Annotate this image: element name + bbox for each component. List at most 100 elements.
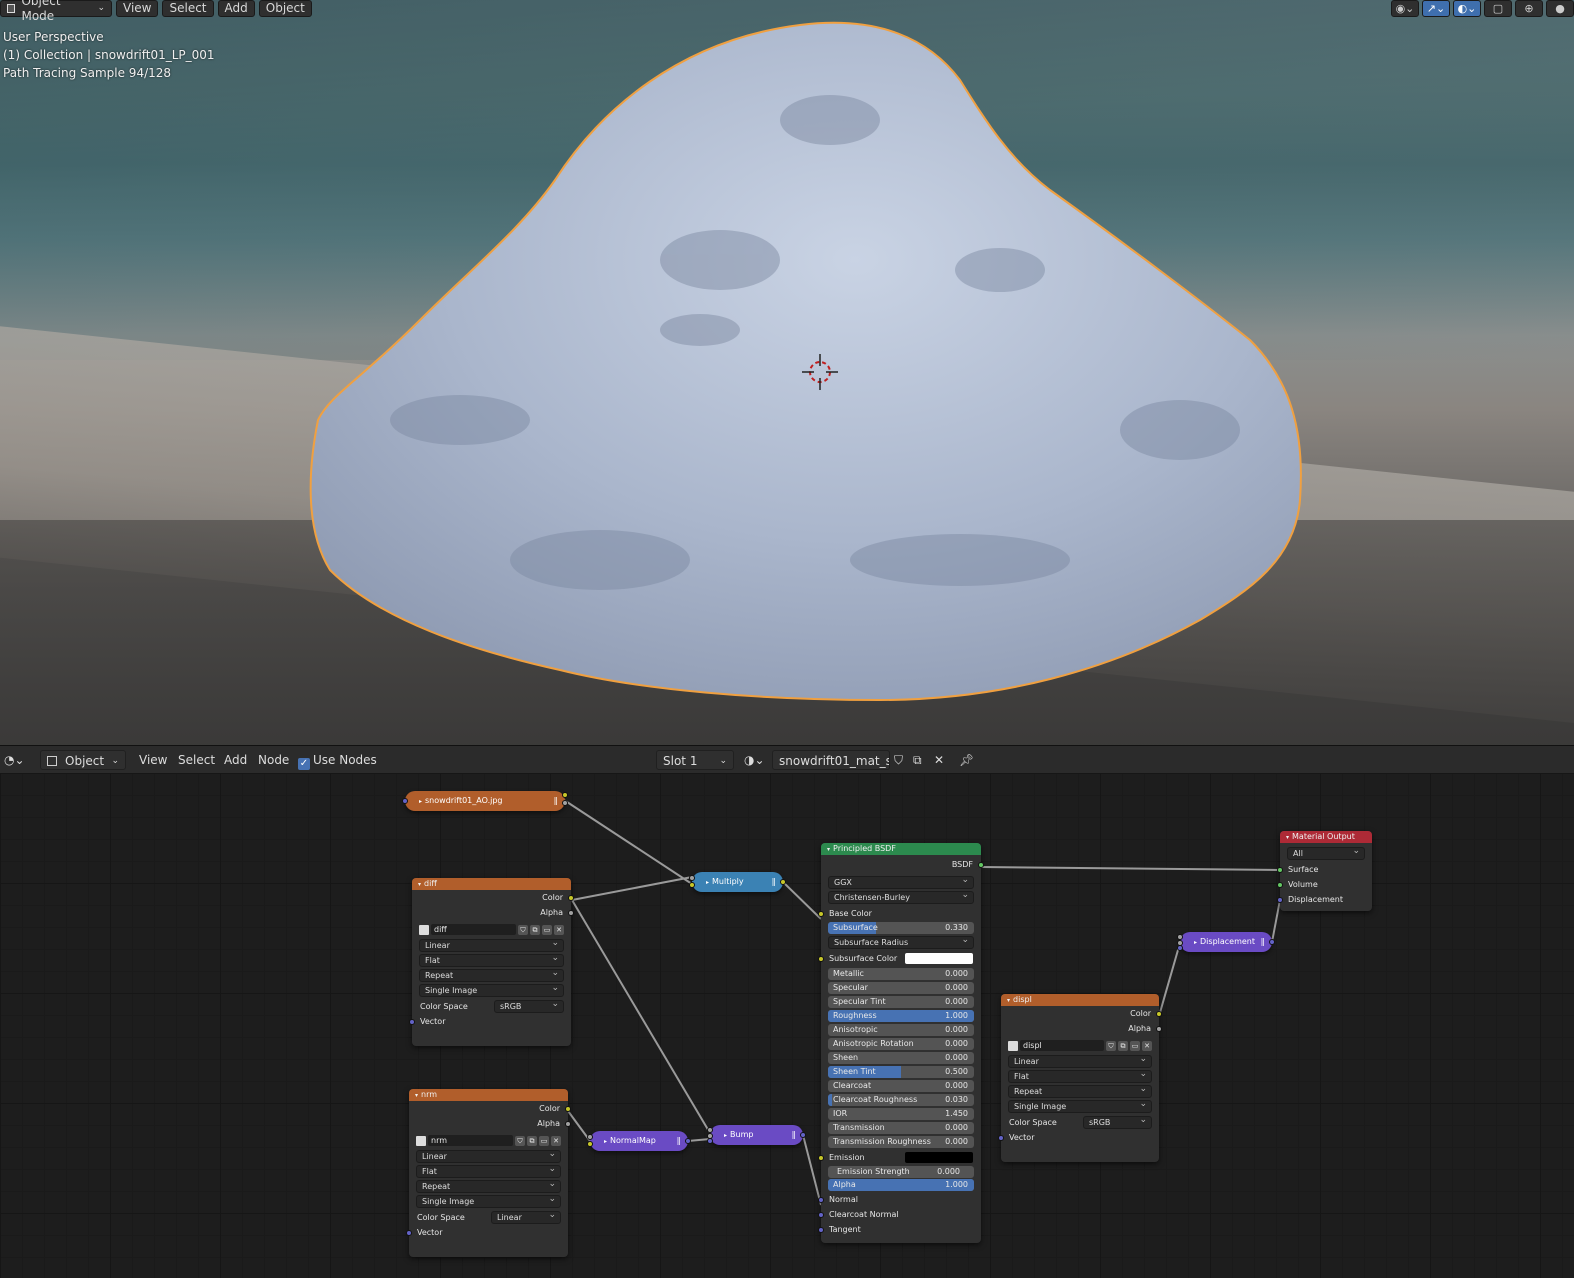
xray-toggle-icon[interactable]: ▢	[1484, 0, 1512, 17]
multiply-node[interactable]: ▸ Multiply ||	[689, 872, 786, 892]
open-folder-icon[interactable]: ▭	[542, 924, 552, 935]
displacement-output-socket[interactable]	[1269, 939, 1275, 945]
subsurface-slider[interactable]: Subsurface 0.330	[828, 922, 974, 934]
duplicate-material-icon[interactable]: ⧉	[913, 750, 922, 770]
nrm-node-header[interactable]: ▾ nrm	[409, 1089, 568, 1101]
diff-projection-dropdown[interactable]: Flat	[419, 953, 564, 967]
3d-viewport[interactable]: Object Mode ⌄ View Select Add Object Use…	[0, 0, 1574, 745]
collapse-arrow-icon[interactable]: ▾	[415, 1092, 418, 1099]
multiply-color-input-socket[interactable]	[689, 882, 695, 888]
collapse-arrow-icon[interactable]: ▾	[1286, 834, 1289, 841]
object-type-dropdown[interactable]: Object ⌄	[40, 750, 126, 770]
material-name-field[interactable]: snowdrift01_mat_sc...	[772, 750, 890, 770]
object-mode-dropdown[interactable]: Object Mode ⌄	[0, 0, 112, 23]
fake-user-shield-icon[interactable]: ⛉	[518, 924, 528, 935]
displ-image-selector[interactable]: displ ⛉ ⧉ ▭ ✕	[1008, 1039, 1152, 1052]
node-editor-canvas[interactable]: ▸ snowdrift01_AO.jpg || ▸ Multiply || ▾ dif…	[0, 773, 1574, 1278]
nrm-vector-socket[interactable]	[406, 1230, 412, 1236]
nrm-projection-dropdown[interactable]: Flat	[416, 1164, 561, 1178]
image-icon[interactable]	[416, 1135, 426, 1146]
surface-socket[interactable]	[1277, 867, 1283, 873]
duplicate-image-icon[interactable]: ⧉	[530, 924, 540, 935]
multiply-color-output-socket[interactable]	[780, 879, 786, 885]
diff-alpha-socket[interactable]	[568, 910, 574, 916]
node-menu-node[interactable]: Node	[258, 750, 289, 770]
material-output-header[interactable]: ▾ Material Output	[1280, 831, 1372, 843]
diff-node-header[interactable]: ▾ diff	[412, 878, 571, 890]
nrm-image-name-field[interactable]: nrm	[428, 1135, 513, 1146]
use-nodes-toggle[interactable]: ✓ Use Nodes	[298, 750, 377, 770]
subsurface-method-dropdown[interactable]: Christensen-Burley	[828, 890, 974, 904]
bsdf-output-socket[interactable]	[978, 862, 984, 868]
normalmap-strength-socket[interactable]	[587, 1134, 593, 1140]
displacement-node[interactable]: ▸ Displacement ||	[1177, 932, 1275, 952]
alpha-slider[interactable]: Alpha 1.000	[828, 1179, 974, 1191]
displacement-socket[interactable]	[1277, 897, 1283, 903]
material-output-node[interactable]: ▾Material Output All Surface Volume Disp…	[1277, 831, 1372, 911]
nrm-image-texture-node[interactable]: ▾nrm Color Alpha nrm ⛉ ⧉ ▭ ✕ Linear Flat…	[406, 1089, 571, 1257]
collapse-arrow-icon[interactable]: ▸	[604, 1138, 607, 1145]
gizmo-toggle-icon[interactable]: ↗⌄	[1422, 0, 1450, 17]
displ-alpha-socket[interactable]	[1156, 1026, 1162, 1032]
displ-vector-socket[interactable]	[998, 1135, 1004, 1141]
displ-node-header[interactable]: ▾ displ	[1001, 994, 1159, 1006]
image-icon[interactable]	[1008, 1040, 1018, 1051]
emission-color-swatch[interactable]	[905, 1152, 973, 1163]
ao-alpha-output-socket[interactable]	[562, 800, 568, 806]
output-target-dropdown[interactable]: All	[1287, 846, 1365, 860]
principled-param-slider[interactable]: Metallic 0.000	[828, 968, 974, 980]
diff-interpolation-dropdown[interactable]: Linear	[419, 938, 564, 952]
diff-image-selector[interactable]: diff ⛉ ⧉ ▭ ✕	[419, 923, 564, 936]
principled-param-slider[interactable]: Specular 0.000	[828, 982, 974, 994]
fake-user-shield-icon[interactable]: ⛉	[894, 750, 903, 770]
principled-param-slider[interactable]: Transmission 0.000	[828, 1122, 974, 1134]
principled-param-slider[interactable]: IOR 1.450	[828, 1108, 974, 1120]
principled-param-slider[interactable]: Roughness 1.000	[828, 1010, 974, 1022]
snowdrift-object[interactable]	[0, 0, 1574, 745]
collapse-arrow-icon[interactable]: ▾	[1007, 997, 1010, 1004]
diff-extension-dropdown[interactable]: Repeat	[419, 968, 564, 982]
subsurface-color-socket[interactable]	[818, 956, 824, 962]
principled-param-slider[interactable]: Clearcoat 0.000	[828, 1080, 974, 1092]
principled-param-slider[interactable]: Clearcoat Roughness 0.030	[828, 1094, 974, 1106]
duplicate-image-icon[interactable]: ⧉	[1118, 1040, 1128, 1051]
base-color-socket[interactable]	[818, 911, 824, 917]
collapse-arrow-icon[interactable]: ▸	[1194, 939, 1197, 946]
open-folder-icon[interactable]: ▭	[1130, 1040, 1140, 1051]
displ-color-space-dropdown[interactable]: sRGB	[1083, 1115, 1152, 1129]
unlink-material-icon[interactable]: ✕	[934, 750, 944, 770]
multiply-fac-socket[interactable]	[689, 875, 695, 881]
viewport-menu-object[interactable]: Object	[258, 0, 312, 17]
displ-projection-dropdown[interactable]: Flat	[1008, 1069, 1152, 1083]
collapse-arrow-icon[interactable]: ▸	[724, 1132, 727, 1139]
displ-image-name-field[interactable]: displ	[1020, 1040, 1104, 1051]
displ-color-socket[interactable]	[1156, 1011, 1162, 1017]
viewport-menu-view[interactable]: View	[116, 0, 159, 17]
node-menu-view[interactable]: View	[139, 750, 167, 770]
shading-solid-icon[interactable]: ●	[1546, 0, 1574, 17]
principled-bsdf-node[interactable]: ▾Principled BSDF BSDF GGX Christensen-Bu…	[818, 843, 984, 1243]
principled-param-slider[interactable]: Anisotropic 0.000	[828, 1024, 974, 1036]
diff-image-texture-node[interactable]: ▾diff Color Alpha diff ⛉ ⧉ ▭ ✕ Linear Fl…	[409, 878, 574, 1046]
distribution-dropdown[interactable]: GGX	[828, 875, 974, 889]
volume-socket[interactable]	[1277, 882, 1283, 888]
fake-user-shield-icon[interactable]: ⛉	[515, 1135, 525, 1146]
principled-param-slider[interactable]: Transmission Roughness 0.000	[828, 1136, 974, 1148]
collapse-arrow-icon[interactable]: ▾	[827, 846, 830, 853]
nrm-color-space-dropdown[interactable]: Linear	[491, 1210, 561, 1224]
nrm-source-dropdown[interactable]: Single Image	[416, 1194, 561, 1208]
tangent-socket[interactable]	[818, 1227, 824, 1233]
material-slot-dropdown[interactable]: Slot 1 ⌄	[656, 750, 734, 770]
viewport-menu-select[interactable]: Select	[162, 0, 214, 17]
overlay-toggle-icon[interactable]: ◐⌄	[1453, 0, 1481, 17]
displ-image-texture-node[interactable]: ▾ displ Color Alpha displ ⛉ ⧉ ▭ ✕ Linear …	[998, 994, 1162, 1162]
bump-normal-output-socket[interactable]	[800, 1132, 806, 1138]
principled-param-slider[interactable]: Sheen Tint 0.500	[828, 1066, 974, 1078]
duplicate-image-icon[interactable]: ⧉	[527, 1135, 537, 1146]
close-icon[interactable]: ✕	[1142, 1040, 1152, 1051]
collapse-arrow-icon[interactable]: ▸	[419, 798, 422, 805]
ao-vector-input-socket[interactable]	[402, 798, 408, 804]
collapse-arrow-icon[interactable]: ▾	[418, 881, 421, 888]
node-menu-add[interactable]: Add	[224, 750, 247, 770]
nrm-color-socket[interactable]	[565, 1106, 571, 1112]
